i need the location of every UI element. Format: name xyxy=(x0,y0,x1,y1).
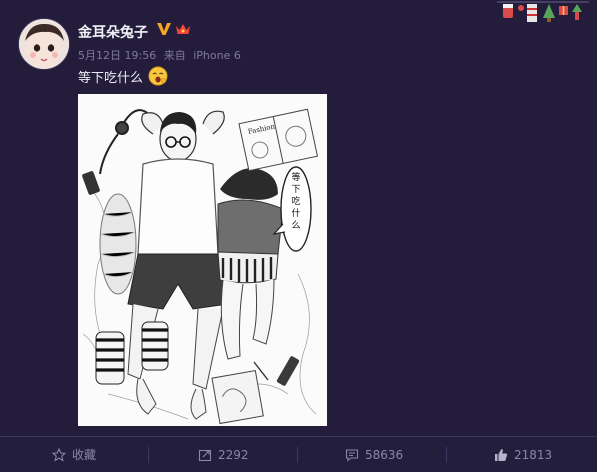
like-button[interactable]: 21813 xyxy=(494,437,552,472)
star-icon xyxy=(52,447,66,462)
post-image[interactable]: 等 下 吃 什 么 Fashion xyxy=(78,94,327,426)
post-meta: 5月12日 19:56 来自 iPhone 6 xyxy=(78,47,245,63)
v-badge-icon[interactable] xyxy=(156,21,172,37)
action-bar: 收藏 2292 58636 21813 xyxy=(0,436,597,472)
comment-count: 58636 xyxy=(365,447,404,462)
couple-illustration: 等 下 吃 什 么 Fashion xyxy=(78,94,327,426)
yawn-emoji xyxy=(148,66,168,86)
favorite-button[interactable]: 收藏 xyxy=(52,437,96,472)
bubble-char: 下 xyxy=(291,185,300,195)
bubble-char: 等 xyxy=(291,171,300,183)
bubble-char: 什 xyxy=(291,207,300,219)
repost-count: 2292 xyxy=(218,447,249,462)
post-date[interactable]: 5月12日 19:56 xyxy=(78,49,156,62)
bubble-char: 吃 xyxy=(291,195,300,207)
like-count: 21813 xyxy=(514,447,553,462)
source-prefix: 来自 xyxy=(163,49,186,62)
divider xyxy=(446,447,447,463)
repost-icon xyxy=(198,449,212,461)
divider xyxy=(297,447,298,463)
sketchbook xyxy=(211,369,264,425)
post-text: 等下吃什么 xyxy=(78,71,144,86)
username[interactable]: 金耳朵兔子 xyxy=(78,22,148,42)
source-device[interactable]: iPhone 6 xyxy=(193,49,241,62)
divider xyxy=(148,447,149,463)
weibo-post: 金耳朵兔子 5月12日 19:56 来自 iPhone 6 等下吃什么 等 下 … xyxy=(0,0,597,436)
repost-button[interactable]: 2292 xyxy=(198,437,249,472)
striped-pillow xyxy=(99,193,137,295)
avatar[interactable] xyxy=(18,18,70,70)
thumbs-up-icon xyxy=(495,448,508,461)
comment-button[interactable]: 58636 xyxy=(345,437,403,472)
crown-icon[interactable] xyxy=(175,22,191,36)
comment-icon xyxy=(345,448,359,462)
favorite-label: 收藏 xyxy=(72,448,97,462)
bubble-char: 么 xyxy=(291,220,300,231)
holiday-decoration-icon xyxy=(497,1,589,22)
